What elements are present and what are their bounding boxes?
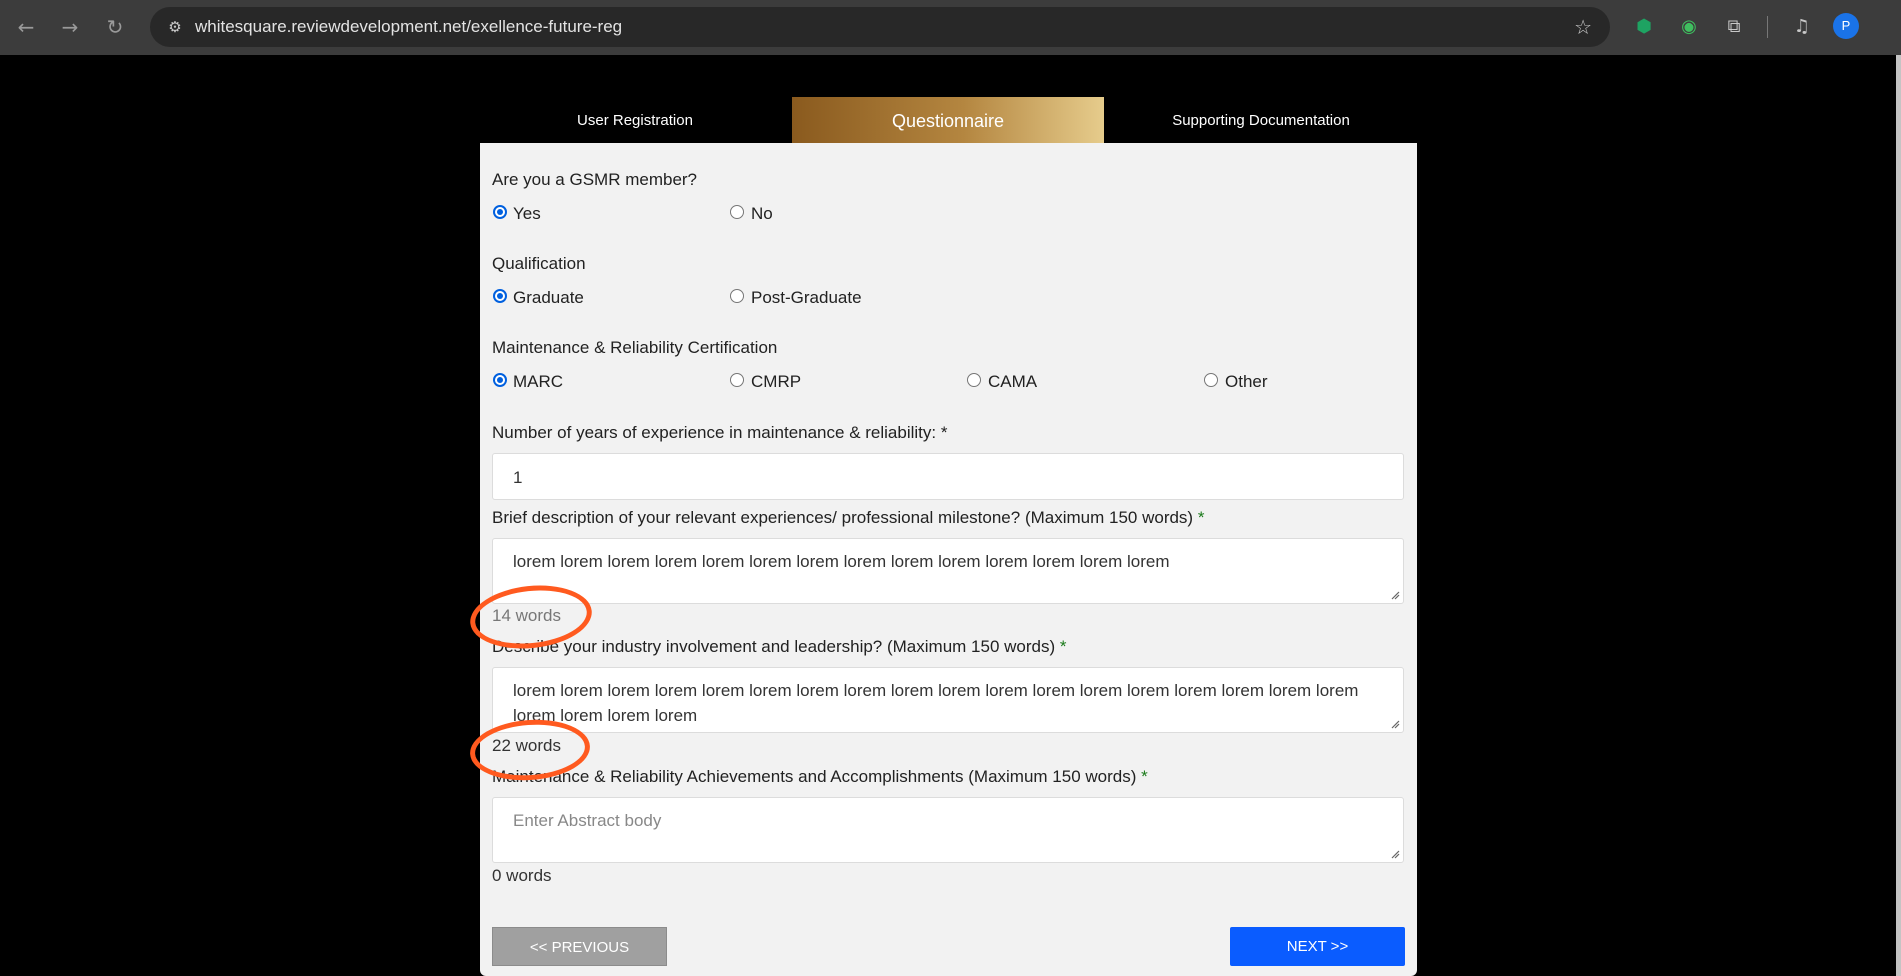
- tab-questionnaire[interactable]: Questionnaire: [792, 97, 1104, 145]
- brief-description-label: Brief description of your relevant exper…: [492, 508, 1204, 528]
- browser-toolbar: ← → ↻ ⚙ whitesquare.reviewdevelopment.ne…: [0, 0, 1901, 55]
- qualification-graduate-label[interactable]: Graduate: [513, 288, 584, 308]
- shield-extension-icon[interactable]: ⬢: [1631, 14, 1657, 40]
- reload-icon[interactable]: ↻: [103, 15, 127, 39]
- qualification-postgraduate-label[interactable]: Post-Graduate: [751, 288, 862, 308]
- gsmr-question: Are you a GSMR member?: [492, 170, 698, 189]
- certification-cama-label[interactable]: CAMA: [988, 372, 1037, 392]
- resize-handle-icon[interactable]: [1391, 720, 1400, 729]
- certification-other-label[interactable]: Other: [1225, 372, 1268, 392]
- brief-description-value: lorem lorem lorem lorem lorem lorem lore…: [513, 552, 1170, 571]
- url-text[interactable]: whitesquare.reviewdevelopment.net/exelle…: [195, 17, 622, 37]
- certification-cmrp-label[interactable]: CMRP: [751, 372, 801, 392]
- industry-involvement-label-text: Describe your industry involvement and l…: [492, 637, 1056, 656]
- certification-cmrp-radio[interactable]: [730, 373, 744, 387]
- required-mark: *: [1059, 637, 1067, 656]
- back-icon[interactable]: ←: [14, 15, 38, 39]
- certification-cama-radio[interactable]: [967, 373, 981, 387]
- achievements-label: Maintenance & Reliability Achievements a…: [492, 767, 1148, 787]
- page-scrollbar[interactable]: [1896, 55, 1901, 976]
- industry-involvement-label: Describe your industry involvement and l…: [492, 637, 1067, 657]
- qualification-graduate-radio[interactable]: [493, 289, 507, 303]
- brief-description-label-text: Brief description of your relevant exper…: [492, 508, 1194, 527]
- gsmr-yes-radio[interactable]: [493, 205, 507, 219]
- gsmr-yes-label[interactable]: Yes: [513, 204, 541, 224]
- certification-marc-label[interactable]: MARC: [513, 372, 563, 392]
- eye-extension-icon[interactable]: ◉: [1676, 14, 1702, 40]
- required-mark: *: [1141, 767, 1148, 786]
- bookmark-star-icon[interactable]: ☆: [1574, 15, 1592, 39]
- experience-years-value: 1: [513, 468, 523, 487]
- qualification-postgraduate-radio[interactable]: [730, 289, 744, 303]
- resize-handle-icon[interactable]: [1391, 850, 1400, 859]
- achievements-textarea[interactable]: Enter Abstract body: [492, 797, 1404, 863]
- next-button[interactable]: NEXT >>: [1230, 927, 1405, 966]
- brief-description-word-count: 14 words: [492, 606, 561, 625]
- extensions-puzzle-icon[interactable]: ⧉: [1721, 14, 1747, 40]
- achievements-placeholder: Enter Abstract body: [513, 811, 662, 830]
- tab-user-registration[interactable]: User Registration: [480, 97, 790, 145]
- industry-involvement-value: lorem lorem lorem lorem lorem lorem lore…: [513, 681, 1359, 725]
- required-mark: *: [1197, 508, 1205, 527]
- industry-involvement-word-count: 22 words: [492, 736, 561, 755]
- certification-other-radio[interactable]: [1204, 373, 1218, 387]
- industry-involvement-textarea[interactable]: lorem lorem lorem lorem lorem lorem lore…: [492, 667, 1404, 733]
- forward-icon[interactable]: →: [58, 15, 82, 39]
- tab-supporting-documentation[interactable]: Supporting Documentation: [1105, 97, 1417, 145]
- gsmr-no-label[interactable]: No: [751, 204, 773, 224]
- scrollbar-thumb[interactable]: [1896, 55, 1901, 976]
- certification-marc-radio[interactable]: [493, 373, 507, 387]
- site-info-icon[interactable]: ⚙: [164, 16, 186, 38]
- achievements-label-text: Maintenance & Reliability Achievements a…: [492, 767, 1137, 786]
- experience-years-label: Number of years of experience in mainten…: [492, 423, 948, 442]
- brief-description-textarea[interactable]: lorem lorem lorem lorem lorem lorem lore…: [492, 538, 1404, 604]
- address-bar[interactable]: ⚙ whitesquare.reviewdevelopment.net/exel…: [150, 7, 1610, 47]
- questionnaire-form: Are you a GSMR member? Yes No Qualificat…: [480, 143, 1417, 976]
- qualification-question: Qualification: [492, 254, 586, 273]
- media-control-icon[interactable]: ♫: [1789, 14, 1815, 40]
- previous-button[interactable]: << PREVIOUS: [492, 927, 667, 966]
- experience-years-input[interactable]: 1: [492, 453, 1404, 500]
- profile-avatar[interactable]: P: [1833, 13, 1859, 39]
- gsmr-no-radio[interactable]: [730, 205, 744, 219]
- achievements-word-count: 0 words: [492, 866, 552, 885]
- toolbar-divider: [1767, 16, 1768, 38]
- resize-handle-icon[interactable]: [1391, 591, 1400, 600]
- certification-question: Maintenance & Reliability Certification: [492, 338, 778, 357]
